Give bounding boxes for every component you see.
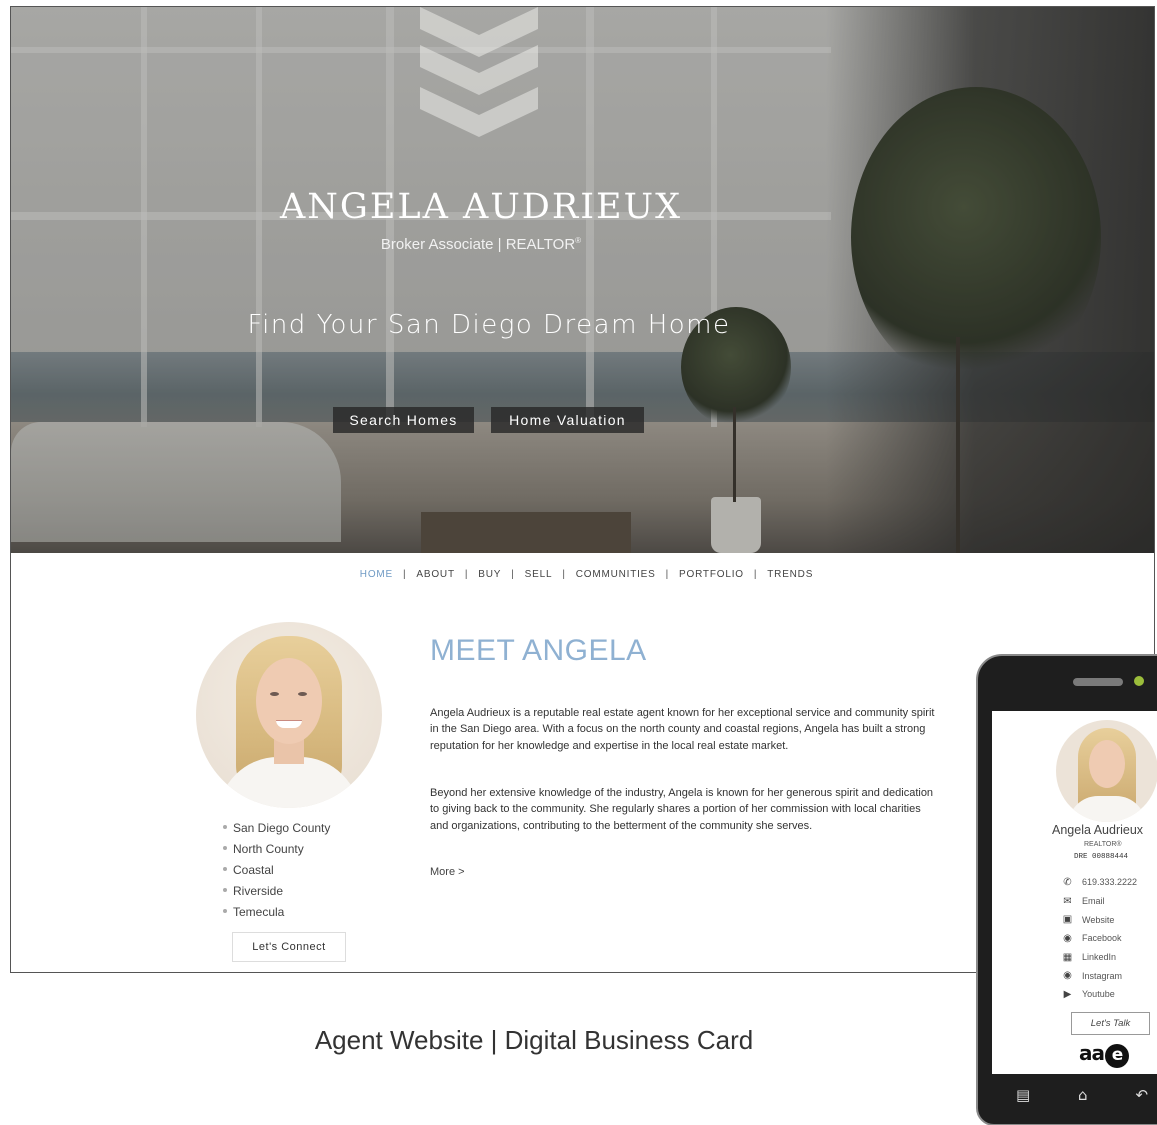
phone-mockup: Angela Audrieux REALTOR® DRE 00888444 ✆ 6… — [976, 654, 1157, 1125]
digital-business-card: Angela Audrieux REALTOR® DRE 00888444 ✆ 6… — [992, 711, 1157, 1074]
nav-item-sell[interactable]: SELL — [525, 569, 553, 580]
website-icon: ▣ — [1062, 914, 1073, 926]
phone-softkeys: ▤ ⌂ ↶ — [992, 1086, 1157, 1104]
hero-tagline: Find Your San Diego Dream Home — [247, 310, 731, 340]
list-item: Temecula — [223, 904, 330, 925]
card-agent-name: Angela Audrieux — [1052, 823, 1144, 837]
more-link[interactable]: More > — [430, 866, 465, 878]
nav-item-trends[interactable]: TRENDS — [767, 569, 813, 580]
nav-item-communities[interactable]: COMMUNITIES — [576, 569, 656, 580]
hero-banner: ANGELA AUDRIEUX Broker Associate | REALT… — [11, 7, 1154, 553]
email-icon: ✉ — [1063, 895, 1072, 907]
list-item: San Diego County — [223, 820, 330, 841]
agent-subtitle: Broker Associate | REALTOR® — [380, 236, 582, 253]
home-key-icon[interactable]: ⌂ — [1078, 1086, 1088, 1104]
home-valuation-button[interactable]: Home Valuation — [491, 407, 644, 433]
bio-paragraph-1: Angela Audrieux is a reputable real esta… — [430, 707, 935, 752]
nav-item-home[interactable]: HOME — [360, 569, 393, 580]
lets-connect-button[interactable]: Let's Connect — [232, 932, 346, 962]
bio-paragraph-2: Beyond her extensive knowledge of the in… — [430, 787, 934, 832]
phone-camera — [1134, 676, 1144, 686]
youtube-icon: ▶ — [1063, 988, 1072, 1000]
back-key-icon[interactable]: ↶ — [1135, 1086, 1148, 1104]
list-item: Riverside — [223, 883, 330, 904]
search-homes-button[interactable]: Search Homes — [333, 407, 474, 433]
card-link-linkedin[interactable]: ▦ LinkedIn — [1062, 948, 1137, 967]
card-link-facebook[interactable]: ◉ Facebook — [1062, 929, 1137, 948]
agent-photo — [196, 622, 382, 808]
meet-heading: MEET ANGELA — [430, 634, 647, 667]
facebook-icon: ◉ — [1063, 932, 1072, 944]
nav-item-about[interactable]: ABOUT — [416, 569, 454, 580]
instagram-icon: ◉ — [1063, 970, 1072, 982]
card-link-website[interactable]: ▣ Website — [1062, 910, 1137, 929]
card-agent-title: REALTOR® — [1084, 841, 1122, 848]
lets-talk-button[interactable]: Let's Talk — [1071, 1012, 1150, 1035]
menu-key-icon[interactable]: ▤ — [1016, 1086, 1030, 1104]
nav-item-portfolio[interactable]: PORTFOLIO — [679, 569, 744, 580]
card-link-email[interactable]: ✉ Email — [1062, 892, 1137, 911]
card-links-list: ✆ 619.333.2222 ✉ Email ▣ Website ◉ Facebook … — [1062, 873, 1137, 1004]
linkedin-icon: ▦ — [1062, 951, 1073, 963]
list-item: North County — [223, 841, 330, 862]
phone-icon: ✆ — [1063, 876, 1072, 888]
card-link-phone[interactable]: ✆ 619.333.2222 — [1062, 873, 1137, 892]
service-areas-list: San Diego County North County Coastal Ri… — [223, 820, 330, 925]
chevron-down-icon — [420, 7, 538, 137]
list-item: Coastal — [223, 862, 330, 883]
card-license-number: DRE 00888444 — [1074, 853, 1129, 861]
brand-logo: aa e — [1079, 1041, 1129, 1068]
main-nav: HOME | ABOUT | BUY | SELL | COMMUNITIES | PORTFOLI… — [359, 569, 814, 580]
card-agent-photo — [1056, 720, 1157, 822]
phone-speaker — [1073, 678, 1123, 686]
card-link-instagram[interactable]: ◉ Instagram — [1062, 966, 1137, 985]
agent-name-heading: ANGELA AUDRIEUX — [279, 187, 683, 227]
card-link-youtube[interactable]: ▶ Youtube — [1062, 985, 1137, 1004]
page-caption: Agent Website | Digital Business Card — [314, 1025, 754, 1055]
nav-item-buy[interactable]: BUY — [478, 569, 501, 580]
